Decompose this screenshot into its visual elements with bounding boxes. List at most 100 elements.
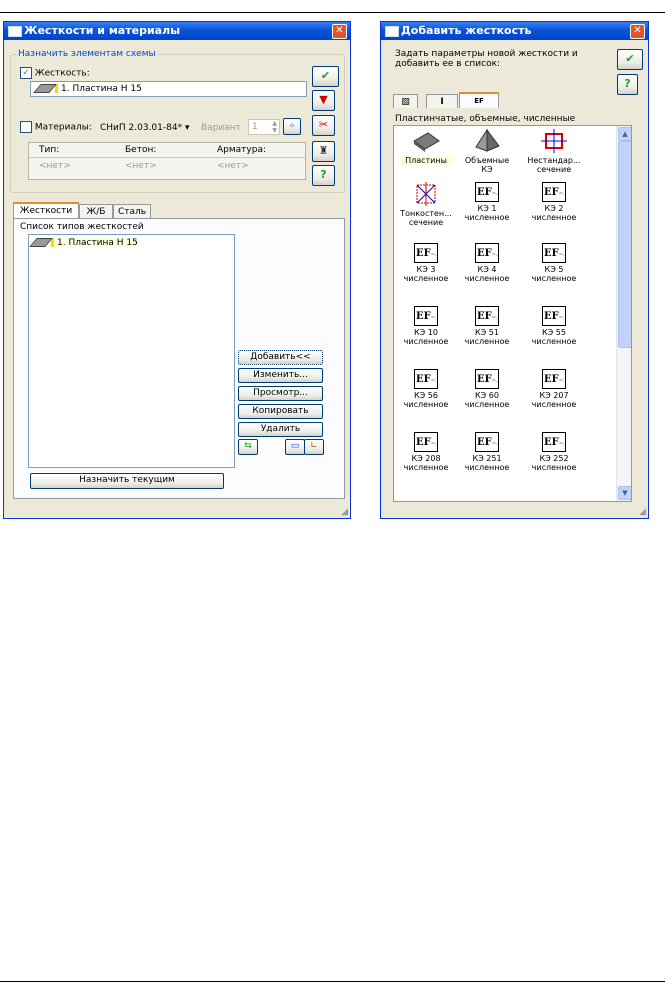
- filter-icon[interactable]: ▼: [312, 90, 335, 111]
- gallery-scrollbar[interactable]: ▲ ▼: [616, 126, 631, 501]
- gallery-item-title: КЭ 208: [411, 454, 441, 463]
- close-icon[interactable]: ✕: [332, 24, 347, 39]
- add-button[interactable]: Добавить<<: [238, 350, 323, 365]
- gallery-item-title: КЭ 252: [539, 454, 569, 463]
- gallery-item[interactable]: EF=.. КЭ 56 численное: [398, 369, 454, 409]
- gallery-item-subtitle: численное: [403, 400, 449, 409]
- gallery-item-title: КЭ 2: [544, 204, 564, 213]
- custom-section-icon: [539, 129, 569, 153]
- delete-button[interactable]: Удалить: [238, 422, 323, 437]
- help-icon[interactable]: ?: [617, 74, 638, 95]
- gallery-item-title: Пластины: [398, 156, 454, 165]
- variant-value: 1: [252, 122, 258, 132]
- gallery-item[interactable]: EF=.. КЭ 3 численное: [398, 243, 454, 283]
- gallery-item-title: Тонкостен...: [400, 209, 452, 218]
- materials-checkbox-row[interactable]: Материалы:: [20, 121, 92, 133]
- scissors-icon[interactable]: ✂: [312, 115, 335, 136]
- description: Задать параметры новой жесткости и добав…: [395, 49, 578, 69]
- resize-grip-icon[interactable]: ◢: [639, 507, 646, 517]
- stiffness-checkbox-label: Жесткость:: [34, 68, 90, 79]
- table-divider: [29, 157, 305, 158]
- window-icon: [385, 26, 399, 37]
- variant-label: Вариант: [201, 123, 241, 133]
- ef-icon: EF=..: [542, 243, 566, 263]
- tab-steel[interactable]: Сталь: [113, 204, 151, 219]
- gallery-item[interactable]: Тонкостен... сечение: [398, 182, 454, 227]
- resize-grip-icon[interactable]: ◢: [341, 507, 348, 517]
- gallery-item-title: КЭ 55: [542, 328, 566, 337]
- dialog-titlebar[interactable]: Жесткости и материалы ✕: [4, 22, 350, 40]
- scroll-down-icon[interactable]: ▼: [618, 486, 631, 500]
- gallery-item[interactable]: Пластины: [398, 129, 454, 165]
- assign-group-title: Назначить элементам схемы: [16, 49, 158, 59]
- gallery-item-subtitle: численное: [403, 463, 449, 472]
- plate-icon: [411, 129, 441, 153]
- gallery-item[interactable]: EF=.. КЭ 55 численное: [526, 306, 582, 346]
- gallery-item-title: КЭ 10: [414, 328, 438, 337]
- stiffness-checkbox[interactable]: ✓: [20, 67, 32, 79]
- view-button[interactable]: Просмотр...: [238, 386, 323, 401]
- assign-current-button[interactable]: Назначить текущим: [30, 473, 224, 489]
- axis-icon[interactable]: ∟: [304, 439, 324, 455]
- gallery-item[interactable]: EF=.. КЭ 4 численное: [459, 243, 515, 283]
- pick-icon[interactable]: ⌖: [283, 118, 301, 135]
- gallery-item[interactable]: EF=.. КЭ 252 численное: [526, 432, 582, 472]
- copy-button[interactable]: Копировать: [238, 404, 323, 419]
- gallery-item[interactable]: EF=.. КЭ 5 численное: [526, 243, 582, 283]
- gallery-item-title: КЭ 51: [475, 328, 499, 337]
- ef-icon: EF=..: [475, 369, 499, 389]
- dialog-title: Добавить жесткость: [401, 24, 532, 37]
- plate-icon: [29, 238, 53, 247]
- dialog-titlebar[interactable]: Добавить жесткость ✕: [381, 22, 648, 40]
- gallery-item-subtitle: численное: [464, 274, 510, 283]
- gallery-item-subtitle: численное: [464, 337, 510, 346]
- tab-concrete[interactable]: Ж/Б: [79, 204, 113, 219]
- gallery-item-subtitle: численное: [403, 337, 449, 346]
- tab-ef-label: EF: [474, 97, 484, 105]
- stiffness-checkbox-row[interactable]: ✓ Жесткость:: [20, 67, 90, 79]
- stiffness-field[interactable]: 1. Пластина H 15: [30, 81, 307, 97]
- gallery-item[interactable]: EF=.. КЭ 208 численное: [398, 432, 454, 472]
- materials-checkbox[interactable]: [20, 121, 32, 133]
- gallery-item[interactable]: EF=.. КЭ 51 численное: [459, 306, 515, 346]
- gallery-item-subtitle: сечение: [536, 165, 572, 174]
- close-icon[interactable]: ✕: [630, 24, 645, 39]
- list-item[interactable]: 1. Пластина H 15: [29, 238, 138, 248]
- scroll-up-icon[interactable]: ▲: [618, 127, 631, 141]
- spinner-arrows-icon: ▲ ▼: [272, 120, 277, 134]
- tab-hatch[interactable]: ▧: [393, 94, 418, 109]
- dialog-title: Жесткости и материалы: [24, 24, 181, 37]
- gallery-item-title: Нестандар...: [527, 156, 581, 165]
- gallery-item[interactable]: Нестандар... сечение: [526, 129, 582, 174]
- ef-icon: EF=..: [542, 369, 566, 389]
- table-header-type: Тип:: [39, 145, 60, 155]
- gallery-item[interactable]: EF=.. КЭ 10 численное: [398, 306, 454, 346]
- gallery-item[interactable]: EF=.. КЭ 60 численное: [459, 369, 515, 409]
- apply-button[interactable]: ✔: [617, 49, 643, 70]
- gallery-item-subtitle: численное: [464, 213, 510, 222]
- gallery-item-subtitle: численное: [464, 400, 510, 409]
- gallery-item[interactable]: EF=.. КЭ 251 численное: [459, 432, 515, 472]
- norm-dropdown[interactable]: СНиП 2.03.01-84* ▾: [100, 123, 190, 133]
- swap-icon[interactable]: ⇆: [238, 439, 258, 455]
- tab-stiffness[interactable]: Жесткости: [13, 202, 79, 219]
- table-value-rebar: <нет>: [217, 161, 249, 171]
- stiffness-list[interactable]: 1. Пластина H 15: [28, 234, 235, 468]
- tab-ef[interactable]: EF: [459, 92, 499, 109]
- gallery-item[interactable]: EF=.. КЭ 207 численное: [526, 369, 582, 409]
- ef-icon: EF=..: [542, 306, 566, 326]
- section-view-icon[interactable]: ▭: [285, 439, 305, 455]
- help-icon[interactable]: ?: [312, 165, 335, 186]
- variant-spinner[interactable]: 1 ▲ ▼: [248, 119, 280, 135]
- tab-ibeam[interactable]: I: [426, 94, 458, 109]
- edit-button[interactable]: Изменить...: [238, 368, 323, 383]
- scroll-thumb[interactable]: [618, 141, 631, 348]
- gallery-item[interactable]: Объемные КЭ: [459, 128, 515, 174]
- materials-table: Тип: Бетон: Арматура: <нет> <нет> <нет>: [28, 142, 306, 180]
- gallery-item[interactable]: EF=.. КЭ 1 численное: [459, 182, 515, 222]
- stiffness-gallery[interactable]: Пластины Объемные КЭ Нестандар... сечение Тон…: [393, 125, 632, 502]
- gallery-item[interactable]: EF=.. КЭ 2 численное: [526, 182, 582, 222]
- brush-icon[interactable]: ♜: [312, 141, 335, 162]
- apply-button[interactable]: ✔: [312, 66, 339, 87]
- gallery-item-title: КЭ 3: [416, 265, 436, 274]
